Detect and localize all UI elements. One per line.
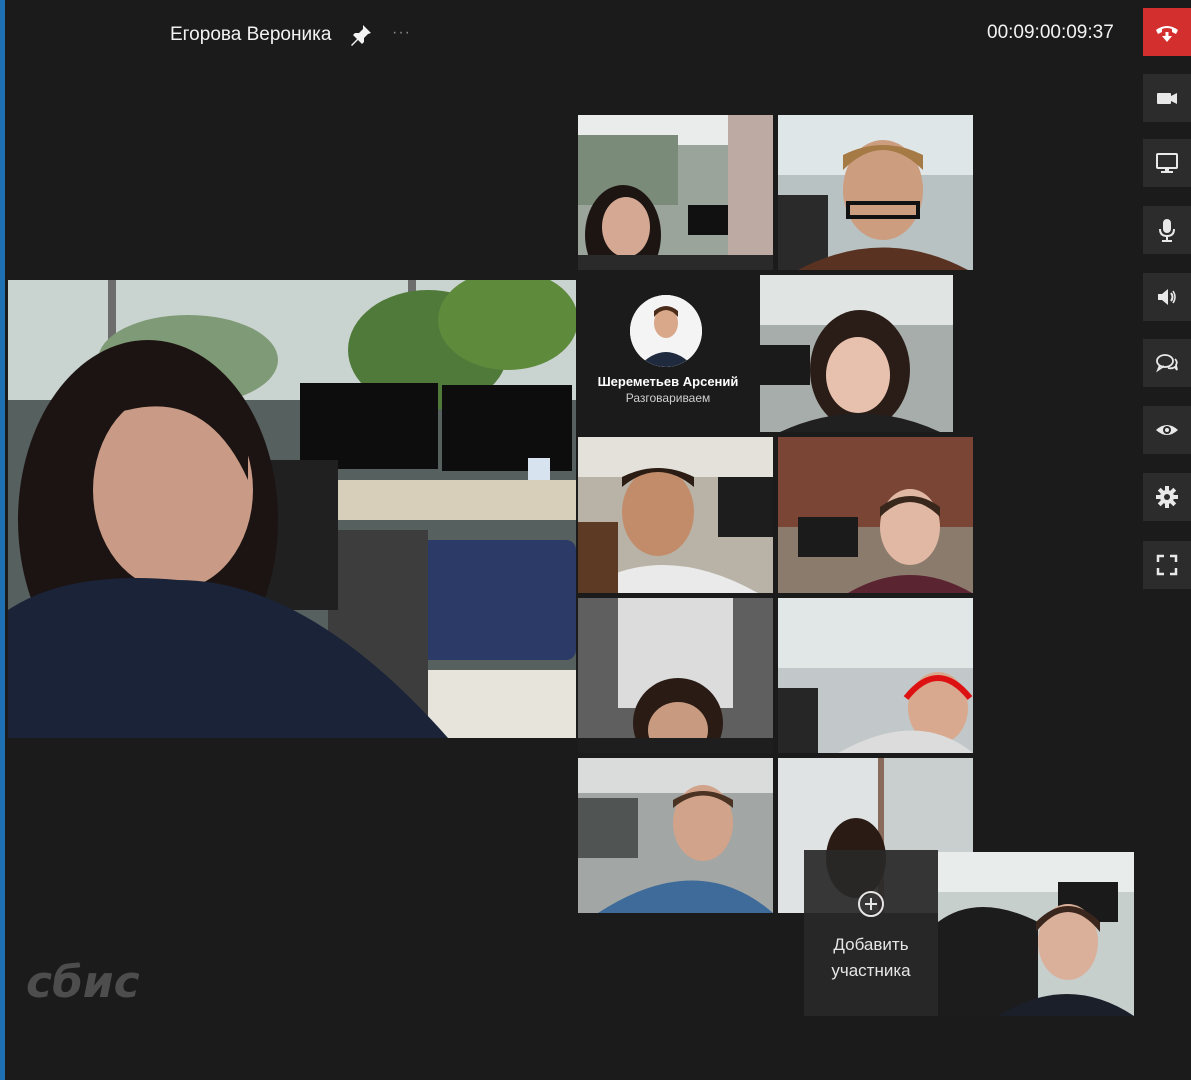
participant-video[interactable] [778, 437, 973, 593]
avatar [630, 295, 702, 367]
participant-video[interactable] [578, 115, 773, 270]
hangup-icon [1156, 26, 1178, 42]
window-edge [0, 0, 5, 1080]
speaker-icon [1158, 289, 1176, 305]
fullscreen-button[interactable] [1143, 541, 1191, 589]
participant-video[interactable] [578, 437, 773, 593]
svg-text:сбис: сбис [26, 957, 140, 1007]
screen-share-button[interactable] [1143, 139, 1191, 187]
camera-button[interactable] [1143, 74, 1191, 122]
sbis-logo: сбис [26, 955, 146, 1008]
gear-icon [1156, 486, 1178, 508]
participant-video[interactable] [778, 115, 973, 270]
pin-icon[interactable] [349, 23, 373, 47]
microphone-icon [1159, 219, 1175, 242]
self-view-video[interactable] [938, 852, 1134, 1016]
speaker-button[interactable] [1143, 273, 1191, 321]
eye-icon [1156, 425, 1178, 435]
monitor-icon [1156, 153, 1178, 173]
camera-icon [1157, 93, 1177, 104]
add-participant-button[interactable]: Добавить участника [804, 850, 938, 1016]
participant-status: Разговариваем [625, 391, 711, 405]
main-speaker-video[interactable] [8, 280, 576, 738]
chat-icon [1156, 354, 1178, 373]
participant-name: Шереметьев Арсений [597, 374, 739, 389]
chat-button[interactable] [1143, 339, 1191, 387]
participant-video[interactable] [578, 598, 773, 753]
participant-video[interactable] [760, 275, 953, 432]
microphone-button[interactable] [1143, 206, 1191, 254]
participant-video[interactable] [578, 758, 773, 913]
call-timer: 00:09:00:09:37 [987, 22, 1114, 43]
fullscreen-icon [1156, 554, 1178, 576]
plus-circle-icon [858, 891, 884, 917]
more-menu-button[interactable]: ··· [392, 24, 411, 42]
add-participant-label: Добавить участника [831, 935, 911, 980]
view-button[interactable] [1143, 406, 1191, 454]
caller-name: Егорова Вероника [170, 24, 332, 45]
hang-up-button[interactable] [1143, 8, 1191, 56]
participant-video[interactable] [778, 598, 973, 753]
settings-button[interactable] [1143, 473, 1191, 521]
participant-avatar-tile[interactable]: Шереметьев Арсений Разговариваем [578, 275, 758, 435]
